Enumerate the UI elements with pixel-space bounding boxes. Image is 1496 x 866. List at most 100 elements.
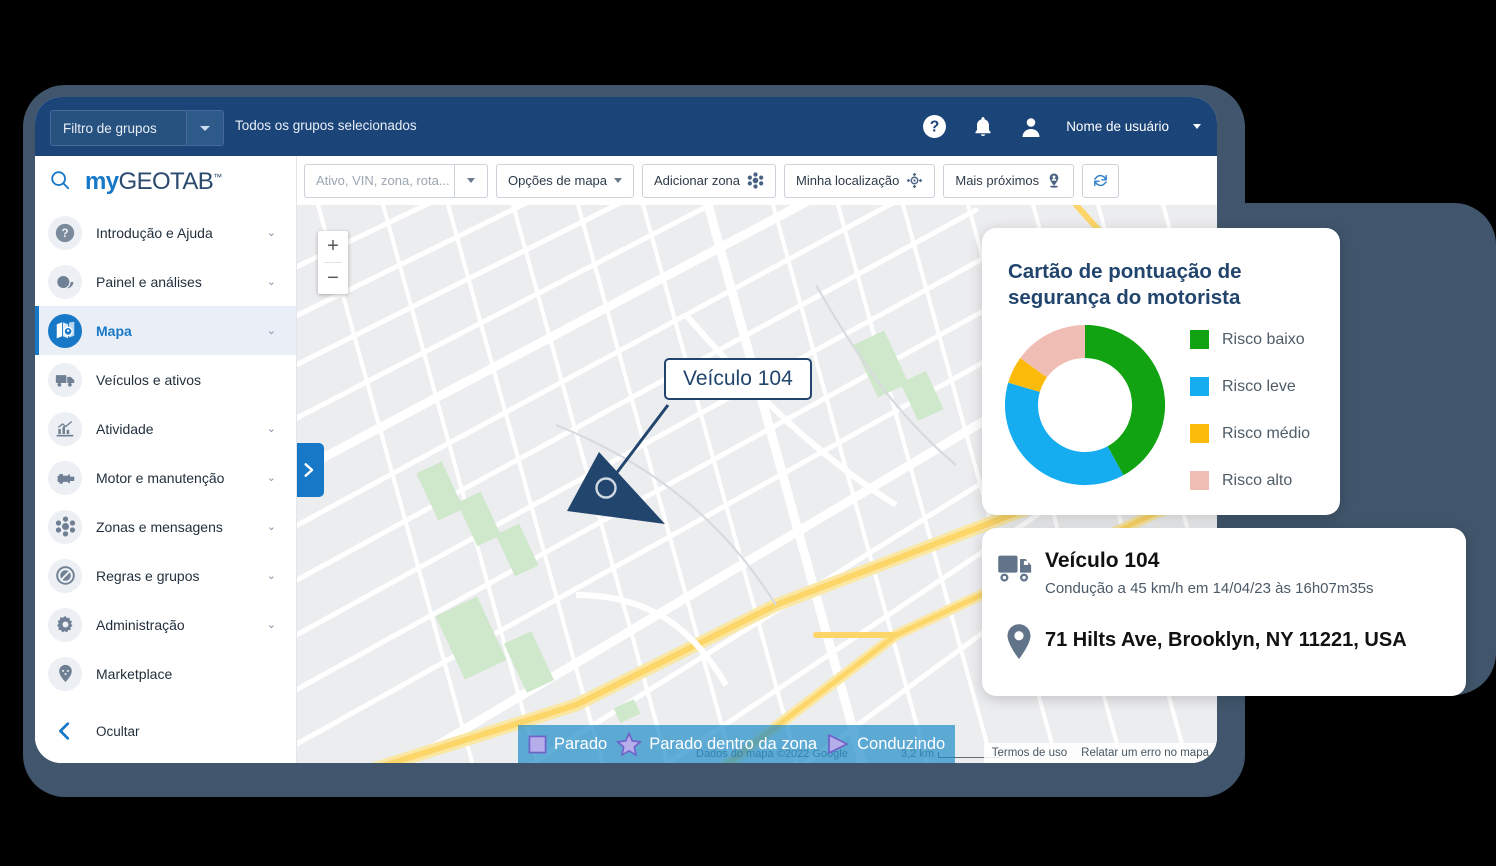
- screenshot-root: Filtro de grupos Todos os grupos selecio…: [0, 0, 1496, 866]
- legend-label: Risco leve: [1222, 377, 1296, 395]
- chevron-down-icon[interactable]: ⌄: [267, 569, 276, 582]
- sidebar-item-marketplace[interactable]: Marketplace: [35, 649, 296, 698]
- header-actions: ? Nome de usuário: [922, 97, 1201, 156]
- vehicle-address: 71 Hilts Ave, Brooklyn, NY 11221, USA: [1045, 629, 1407, 651]
- search-dropdown-caret[interactable]: [454, 164, 487, 197]
- legend-row[interactable]: Risco leve: [1190, 377, 1310, 396]
- logo-my: my: [85, 168, 119, 195]
- chevron-down-icon[interactable]: ⌄: [267, 471, 276, 484]
- groups-selected-text: Todos os grupos selecionados: [235, 118, 417, 133]
- map-toolbar: Ativo, VIN, zona, rota... Opções de mapa…: [296, 156, 1217, 206]
- user-avatar-icon[interactable]: [1018, 114, 1043, 139]
- vehicle-callout-label[interactable]: Veículo 104: [664, 358, 812, 400]
- refresh-icon: [1094, 174, 1108, 187]
- my-location-button[interactable]: Minha localização: [784, 163, 936, 198]
- sidebar-item-atividade[interactable]: Atividade ⌄: [35, 404, 296, 453]
- group-filter-label: Filtro de grupos: [63, 120, 157, 136]
- chevron-down-icon[interactable]: ⌄: [267, 422, 276, 435]
- map-status-legend: Parado Parado dentro da zona Conduzindo: [518, 725, 956, 763]
- donut-slice-risco-leve: [1004, 382, 1124, 486]
- sidebar-item-administracao[interactable]: Administração ⌄: [35, 600, 296, 649]
- map-options-button[interactable]: Opções de mapa: [496, 163, 635, 198]
- sidebar-item-label: Painel e análises: [96, 273, 202, 290]
- sidebar-item-label: Marketplace: [96, 665, 173, 682]
- chevron-down-icon[interactable]: ⌄: [267, 618, 276, 631]
- svg-text:?: ?: [61, 227, 68, 240]
- no-entry-icon: [48, 558, 82, 593]
- vehicle-direction-marker[interactable]: [562, 449, 672, 529]
- legend-swatch: [1190, 377, 1209, 396]
- group-filter-caret[interactable]: [186, 111, 223, 145]
- refresh-button[interactable]: [1082, 163, 1120, 198]
- chevron-down-icon[interactable]: [1193, 124, 1201, 129]
- svg-text:?: ?: [930, 119, 940, 136]
- legend-item-conduzindo[interactable]: Conduzindo: [826, 733, 945, 755]
- sidebar-item-zonas[interactable]: Zonas e mensagens ⌄: [35, 502, 296, 551]
- pie-chart-icon: [48, 264, 82, 299]
- legend-swatch: [1190, 471, 1209, 490]
- help-circle-icon[interactable]: ?: [922, 114, 947, 139]
- sidebar-item-label: Mapa: [96, 322, 132, 339]
- chevron-down-icon[interactable]: ⌄: [267, 520, 276, 533]
- truck-icon: [998, 555, 1032, 582]
- sidebar-item-label: Regras e grupos: [96, 567, 200, 584]
- logo-tm: ™: [213, 172, 222, 182]
- crosshair-icon: [907, 172, 923, 189]
- search-icon[interactable]: [49, 169, 71, 196]
- add-zone-button[interactable]: Adicionar zona: [642, 163, 777, 198]
- vehicle-info-card: Veículo 104 Condução a 45 km/h em 14/04/…: [982, 528, 1466, 696]
- sidebar-hide-button[interactable]: Ocultar: [35, 707, 309, 755]
- chevron-down-icon: [200, 125, 210, 131]
- sidebar-item-regras[interactable]: Regras e grupos ⌄: [35, 551, 296, 600]
- sidebar-item-label: Motor e manutenção: [96, 469, 225, 486]
- legend-row[interactable]: Risco alto: [1190, 471, 1310, 490]
- legend-label: Conduzindo: [857, 734, 946, 753]
- risk-legend: Risco baixo Risco leve Risco médio Risco…: [1190, 330, 1310, 490]
- bar-chart-icon: [48, 411, 82, 446]
- legend-row[interactable]: Risco baixo: [1190, 330, 1310, 349]
- sidebar-item-motor[interactable]: Motor e manutenção ⌄: [35, 453, 296, 502]
- legend-swatch: [1190, 424, 1209, 443]
- sidebar-hide-label: Ocultar: [96, 723, 140, 739]
- map-pin-icon: [1007, 624, 1031, 659]
- sidebar-item-veiculos[interactable]: Veículos e ativos: [35, 355, 296, 404]
- group-filter-dropdown[interactable]: Filtro de grupos: [50, 110, 224, 146]
- add-zone-label: Adicionar zona: [654, 173, 741, 188]
- legend-label: Parado: [554, 734, 608, 753]
- sidebar-item-introducao[interactable]: ? Introdução e Ajuda ⌄: [35, 208, 296, 257]
- map-options-label: Opções de mapa: [508, 173, 608, 188]
- legend-item-parado-zona[interactable]: Parado dentro da zona: [616, 731, 818, 757]
- username-label[interactable]: Nome de usuário: [1066, 119, 1169, 134]
- question-mark-icon: ?: [48, 215, 82, 250]
- sidebar-item-painel[interactable]: Painel e análises ⌄: [35, 257, 296, 306]
- sidebar-brand-row: myGEOTAB™: [35, 156, 296, 208]
- sidebar-item-label: Veículos e ativos: [96, 371, 202, 388]
- sidebar-item-label: Atividade: [96, 420, 154, 437]
- chevron-down-icon[interactable]: ⌄: [267, 226, 276, 239]
- square-icon: [528, 735, 547, 753]
- logo-geotab: GEOTAB: [118, 168, 214, 195]
- chevron-down-icon[interactable]: ⌄: [267, 275, 276, 288]
- engine-icon: [48, 460, 82, 495]
- legend-label: Parado dentro da zona: [649, 734, 818, 753]
- sidebar-item-mapa[interactable]: Mapa ⌄: [35, 306, 296, 355]
- legend-item-parado[interactable]: Parado: [528, 735, 607, 754]
- legend-row[interactable]: Risco médio: [1190, 424, 1310, 443]
- marketplace-pin-icon: [48, 656, 82, 691]
- my-location-label: Minha localização: [796, 173, 900, 188]
- nearest-label: Mais próximos: [955, 173, 1040, 188]
- sidebar: myGEOTAB™ ? Introdução e Ajuda ⌄ Painel …: [35, 156, 297, 763]
- bell-icon[interactable]: [970, 114, 995, 139]
- scorecard-title: Cartão de pontuação de segurança do moto…: [1008, 260, 1242, 310]
- mygeotab-logo: myGEOTAB™: [85, 168, 222, 196]
- chevron-left-icon: [48, 714, 82, 748]
- chevron-down-icon[interactable]: ⌄: [267, 324, 276, 337]
- triangle-right-icon: [828, 734, 849, 754]
- sidebar-item-label: Zonas e mensagens: [96, 518, 223, 535]
- map-search-input[interactable]: Ativo, VIN, zona, rota...: [304, 163, 488, 198]
- nearest-button[interactable]: Mais próximos: [943, 163, 1075, 198]
- legend-swatch: [1190, 330, 1209, 349]
- sidebar-item-label: Introdução e Ajuda: [96, 224, 213, 241]
- zone-icon: [747, 172, 764, 189]
- truck-icon: [48, 362, 82, 397]
